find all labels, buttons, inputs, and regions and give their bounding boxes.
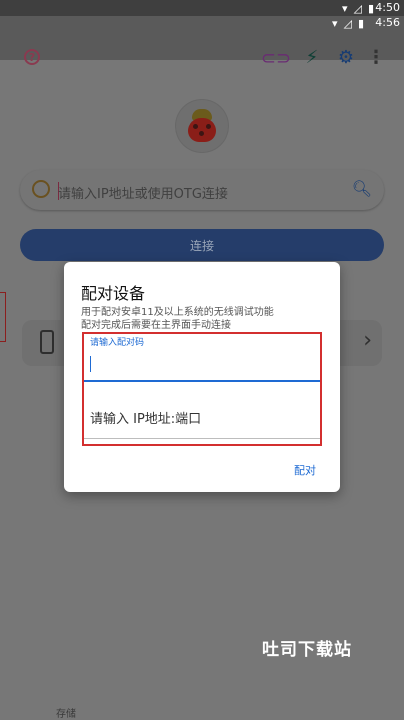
watermark-text: 吐司下载站 — [262, 640, 352, 660]
link-icon[interactable]: ⊂⊃ — [261, 48, 291, 69]
pair-device-dialog: 配对设备 用于配对安卓11及以上系统的无线调试功能 配对完成后需要在主界面手动连… — [64, 262, 340, 492]
status-time: 4:50 — [375, 1, 400, 14]
outer-status-bar: ▾ ◿ ▮ 4:50 — [0, 0, 404, 16]
ip-port-input[interactable]: 请输入 IP地址:端口 — [90, 408, 201, 427]
history-icon[interactable] — [32, 180, 50, 198]
search-input[interactable]: 请输入IP地址或使用OTG连接 🔍︎ — [20, 170, 384, 210]
help-icon[interactable]: ? — [24, 49, 40, 65]
pair-code-input[interactable] — [90, 356, 91, 372]
dialog-title: 配对设备 — [81, 284, 146, 303]
wifi-icon: ▾ — [341, 2, 348, 15]
search-placeholder: 请输入IP地址或使用OTG连接 — [58, 187, 228, 202]
more-vert-icon[interactable]: ⋮ — [366, 47, 386, 68]
pair-button[interactable]: 配对 — [294, 462, 316, 478]
search-icon[interactable]: 🔍︎ — [352, 179, 372, 198]
connect-button[interactable]: 连接 — [20, 229, 384, 261]
gear-icon[interactable]: ⚙ — [336, 47, 356, 68]
signal-icon: ◿ — [343, 17, 352, 30]
inner-status-time: 4:56 — [375, 16, 400, 29]
phone-wireless-icon — [40, 330, 54, 354]
chevron-right-icon[interactable]: › — [363, 328, 372, 353]
app-toolbar: ? ⊂⊃ ⚡ ⚙ ⋮ — [16, 44, 388, 74]
dialog-subtitle: 用于配对安卓11及以上系统的无线调试功能 配对完成后需要在主界面手动连接 — [81, 307, 274, 331]
bottom-nav-label: 存储 — [56, 709, 76, 720]
ladybug-icon — [188, 118, 216, 142]
wifi-icon: ▾ — [331, 17, 338, 30]
flash-icon[interactable]: ⚡ — [302, 47, 322, 68]
signal-icon: ◿ — [353, 2, 362, 15]
battery-icon: ▮ — [357, 17, 364, 30]
app-logo — [176, 100, 228, 152]
highlight-marker — [0, 292, 6, 342]
input-highlight-box — [82, 332, 322, 446]
pair-code-label: 请输入配对码 — [90, 338, 145, 348]
battery-icon: ▮ — [367, 2, 374, 15]
